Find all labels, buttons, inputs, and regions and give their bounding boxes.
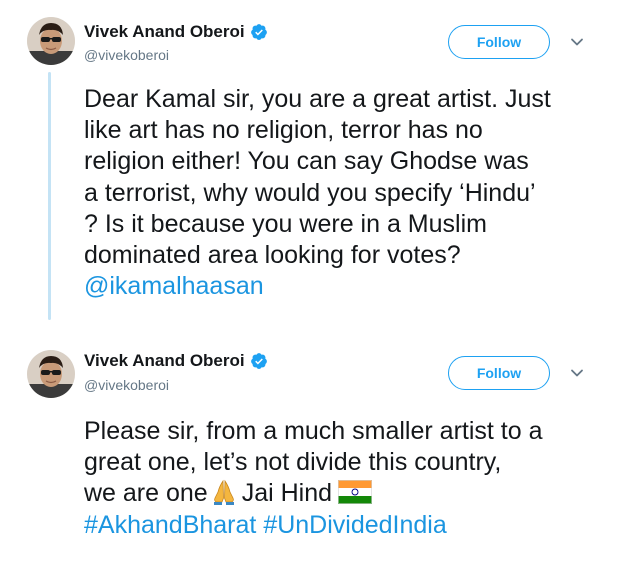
user-handle[interactable]: @vivekoberoi bbox=[84, 46, 169, 64]
verified-badge-icon bbox=[250, 24, 267, 40]
tweet-text-segment: we are one bbox=[84, 479, 208, 508]
tweet-text-line: a terrorist, why would you specify ‘Hind… bbox=[84, 178, 536, 207]
tweet-text: Please sir, from a much smaller artist t… bbox=[84, 416, 614, 541]
avatar-photo-icon bbox=[27, 350, 75, 398]
tweet-text-line: ? Is it because you were in a Muslim bbox=[84, 209, 487, 238]
display-name[interactable]: Vivek Anand Oberoi bbox=[84, 351, 245, 371]
thread-connector-line bbox=[48, 72, 51, 320]
hashtag-link[interactable]: #UnDividedIndia bbox=[263, 511, 446, 539]
tweet-text: Dear Kamal sir, you are a great artist. … bbox=[84, 84, 614, 302]
author-name-row[interactable]: Vivek Anand Oberoi bbox=[84, 22, 268, 42]
avatar-photo-icon bbox=[27, 17, 75, 65]
tweet: Vivek Anand Oberoi @vivekoberoi Follow P… bbox=[0, 330, 631, 561]
follow-button[interactable]: Follow bbox=[448, 25, 550, 59]
tweet-text-line: Dear Kamal sir, you are a great artist. … bbox=[84, 85, 551, 113]
tweet-text-line: like art has no religion, terror has no bbox=[84, 116, 483, 145]
user-handle[interactable]: @vivekoberoi bbox=[84, 376, 169, 394]
avatar[interactable] bbox=[27, 17, 75, 65]
mention-link[interactable]: @ikamalhaasan bbox=[84, 272, 264, 300]
chevron-down-icon[interactable] bbox=[570, 35, 584, 49]
tweet-text-line: we are one Jai Hind bbox=[84, 478, 614, 509]
display-name[interactable]: Vivek Anand Oberoi bbox=[84, 22, 245, 42]
folded-hands-icon bbox=[213, 480, 234, 506]
author-name-row[interactable]: Vivek Anand Oberoi bbox=[84, 351, 268, 371]
follow-button[interactable]: Follow bbox=[448, 356, 550, 390]
tweet-text-line: Please sir, from a much smaller artist t… bbox=[84, 417, 543, 445]
avatar[interactable] bbox=[27, 350, 75, 398]
hashtag-link[interactable]: #AkhandBharat bbox=[84, 511, 256, 539]
tweet-text-line: great one, let’s not divide this country… bbox=[84, 448, 502, 477]
verified-badge-icon bbox=[250, 353, 267, 369]
tweet-text-line: religion either! You can say Ghodse was bbox=[84, 147, 529, 176]
tweet: Vivek Anand Oberoi @vivekoberoi Follow D… bbox=[0, 0, 631, 330]
tweet-text-segment: Jai Hind bbox=[241, 479, 333, 508]
india-flag-icon bbox=[338, 480, 373, 505]
tweet-text-line: dominated area looking for votes? bbox=[84, 241, 461, 270]
chevron-down-icon[interactable] bbox=[570, 366, 584, 380]
